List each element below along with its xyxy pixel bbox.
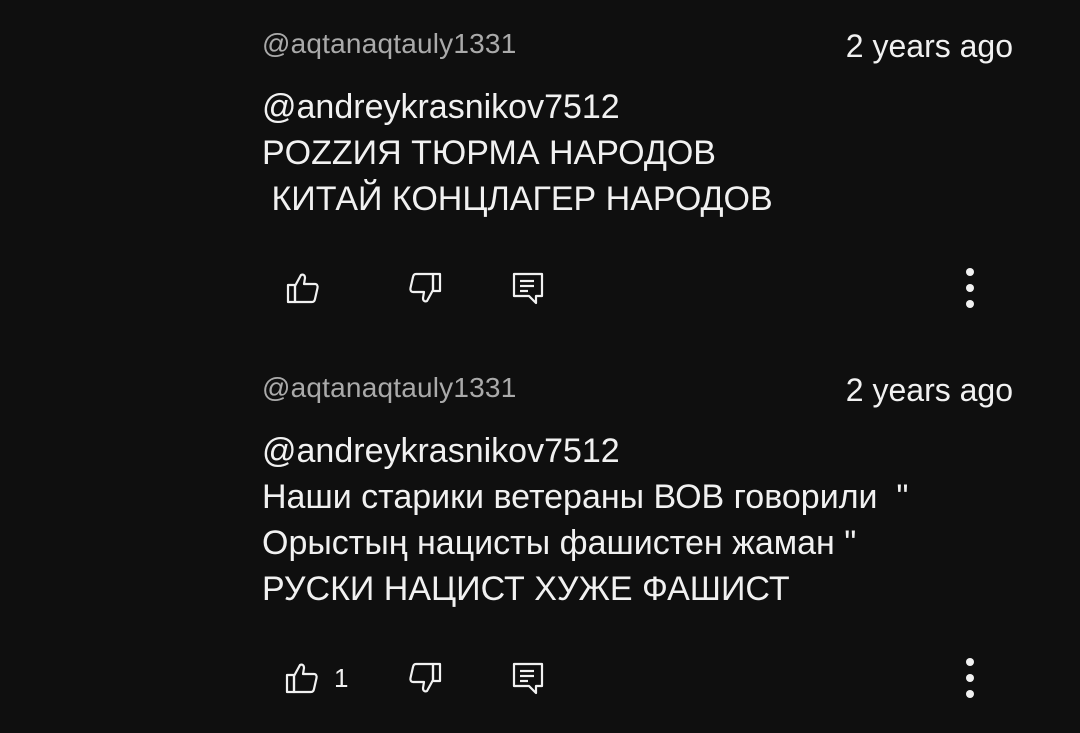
comment-actions bbox=[0, 258, 1080, 318]
comment-text: @andreykrasnikov7512 POZZИЯ ТЮРМА НАРОДО… bbox=[262, 88, 773, 218]
comment-actions: 1 bbox=[0, 648, 1080, 708]
thumb-up-icon bbox=[285, 270, 321, 306]
comment-timestamp[interactable]: 2 years ago bbox=[846, 372, 1013, 409]
comment-timestamp[interactable]: 2 years ago bbox=[846, 28, 1013, 65]
thumb-down-icon bbox=[407, 270, 443, 306]
more-vertical-icon bbox=[964, 656, 976, 700]
dislike-button[interactable] bbox=[395, 648, 455, 708]
more-options-button[interactable] bbox=[945, 648, 995, 708]
comment-author[interactable]: @aqtanaqtauly1331 bbox=[262, 372, 516, 404]
dislike-button[interactable] bbox=[395, 258, 455, 318]
reply-button[interactable] bbox=[498, 648, 558, 708]
more-vertical-icon bbox=[964, 266, 976, 310]
reply-button[interactable] bbox=[498, 258, 558, 318]
reply-comment-icon bbox=[510, 660, 546, 696]
comment-author[interactable]: @aqtanaqtauly1331 bbox=[262, 28, 516, 60]
reply-comment-icon bbox=[510, 270, 546, 306]
thumb-up-icon bbox=[284, 660, 320, 696]
comment-text: @andreykrasnikov7512 Наши старики ветера… bbox=[262, 432, 909, 608]
like-count: 1 bbox=[334, 662, 349, 693]
thumb-down-icon bbox=[407, 660, 443, 696]
like-button[interactable] bbox=[280, 258, 340, 318]
like-button[interactable]: 1 bbox=[270, 648, 360, 708]
more-options-button[interactable] bbox=[945, 258, 995, 318]
